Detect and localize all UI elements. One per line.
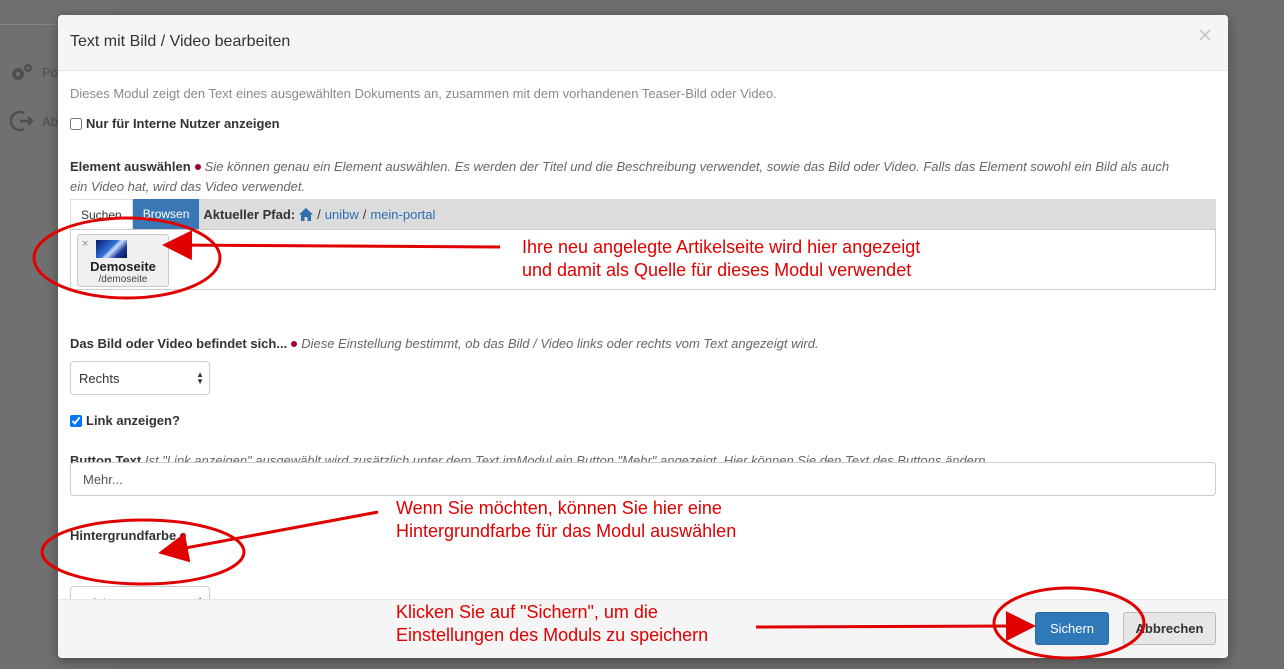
selected-element-chip[interactable]: × Demoseite /demoseite — [77, 234, 169, 287]
sidebar-item-label: Ab — [42, 113, 58, 129]
show-link-checkbox-row[interactable]: Link anzeigen? — [70, 413, 180, 428]
annotation-line: Wenn Sie möchten, können Sie hier eine — [396, 498, 722, 518]
modal-title: Text mit Bild / Video bearbeiten — [70, 33, 291, 50]
chip-title: Demoseite — [90, 259, 156, 274]
breadcrumb: Aktueller Pfad: / unibw / mein-portal — [203, 207, 435, 222]
field-label: Das Bild oder Video befindet sich... — [70, 336, 288, 351]
annotation-line: Hintergrundfarbe für das Modul auswählen — [396, 521, 737, 541]
browse-toolbar: Suchen Browsen Aktueller Pfad: / unibw /… — [70, 199, 1216, 229]
field-hint: Sie können genau ein Element auswählen. … — [204, 159, 1170, 174]
thumbnail-image — [96, 240, 127, 258]
home-icon[interactable] — [299, 207, 314, 221]
internal-only-checkbox-row[interactable]: Nur für Interne Nutzer anzeigen — [70, 116, 280, 131]
tab-browsen[interactable]: Browsen — [132, 199, 200, 229]
breadcrumb-mein-portal[interactable]: mein-portal — [370, 207, 435, 222]
annotation-note-background: Wenn Sie möchten, können Sie hier eine H… — [396, 497, 736, 543]
internal-only-label: Nur für Interne Nutzer anzeigen — [86, 116, 280, 131]
field-hint: ein Video hat, wird das Video verwendet. — [70, 179, 306, 194]
field-hint: Diese Einstellung bestimmt, ob das Bild … — [301, 336, 819, 351]
tab-suchen[interactable]: Suchen — [70, 199, 133, 229]
select-value: Rechts — [79, 370, 120, 386]
internal-only-checkbox[interactable] — [70, 117, 82, 130]
annotation-line: Klicken Sie auf "Sichern", um die — [396, 602, 658, 622]
select-arrows-icon: ▲▼ — [196, 370, 204, 386]
module-description: Dieses Modul zeigt den Text eines ausgew… — [70, 86, 777, 101]
annotation-line: und damit als Quelle für dieses Modul ve… — [522, 260, 912, 280]
remove-icon[interactable]: × — [82, 238, 88, 250]
path-label: Aktueller Pfad: — [203, 206, 296, 222]
field-label: Element auswählen — [70, 159, 191, 174]
annotation-note-save: Klicken Sie auf "Sichern", um die Einste… — [396, 601, 708, 647]
edit-module-dialog: Text mit Bild / Video bearbeiten × Diese… — [58, 15, 1228, 658]
gears-icon — [12, 64, 32, 80]
save-button[interactable]: Sichern — [1035, 612, 1109, 645]
sidebar-item-logout[interactable]: Ab — [10, 110, 58, 132]
show-link-label: Link anzeigen? — [86, 413, 180, 428]
path-separator: / — [362, 206, 367, 222]
required-indicator — [180, 533, 187, 540]
chip-path: /demoseite — [98, 274, 148, 285]
annotation-line: Einstellungen des Moduls zu speichern — [396, 625, 709, 645]
sidebar-item-portal[interactable]: Po — [10, 62, 58, 82]
field-label: Hintergrundfarbe — [70, 528, 177, 543]
required-indicator — [291, 341, 298, 348]
position-label: Das Bild oder Video befindet sich... Dies… — [70, 336, 819, 351]
breadcrumb-unibw[interactable]: unibw — [325, 207, 359, 222]
path-separator: / — [317, 206, 321, 222]
background-color-label: Hintergrundfarbe — [70, 528, 190, 543]
annotation-line: Ihre neu angelegte Artikelseite wird hie… — [522, 237, 921, 257]
position-select[interactable]: Rechts ▲ ▼ — [70, 361, 210, 395]
button-text-input[interactable]: Mehr... — [70, 462, 1216, 496]
required-indicator — [194, 164, 201, 171]
show-link-checkbox[interactable] — [70, 414, 82, 427]
modal-header: Text mit Bild / Video bearbeiten × — [58, 15, 1228, 71]
annotation-note-selection: Ihre neu angelegte Artikelseite wird hie… — [522, 236, 920, 282]
close-icon[interactable]: × — [1194, 24, 1216, 48]
cancel-button[interactable]: Abbrechen — [1123, 612, 1216, 645]
sidebar-item-label: Po — [42, 64, 58, 80]
element-select-label: Element auswählen Sie können genau ein El… — [70, 157, 1220, 197]
logout-icon — [10, 110, 34, 132]
